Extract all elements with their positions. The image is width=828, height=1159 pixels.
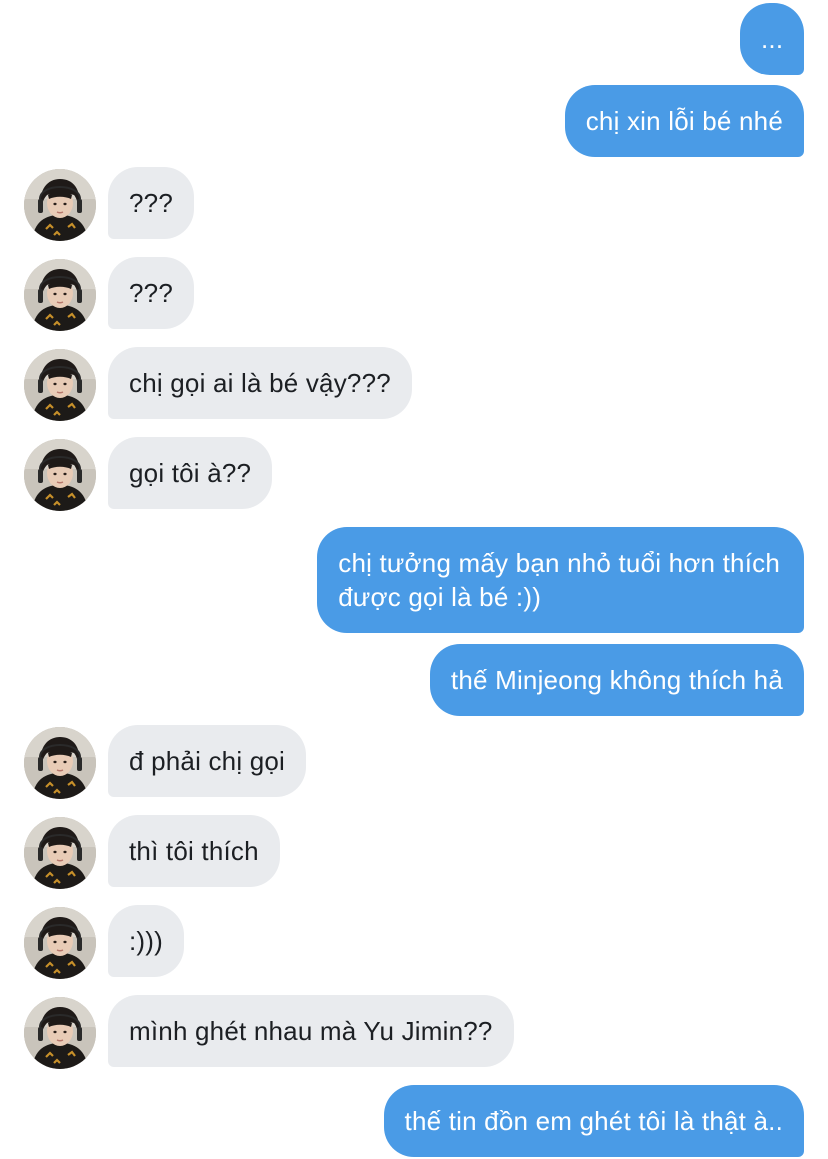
contact-avatar[interactable] <box>24 439 96 511</box>
avatar-photo-icon <box>24 817 96 889</box>
sent-message-bubble[interactable]: thế tin đồn em ghét tôi là thật à.. <box>383 1085 804 1157</box>
sent-message-bubble[interactable]: chị tưởng mấy bạn nhỏ tuổi hơn thích đượ… <box>317 527 804 633</box>
received-message-bubble[interactable]: đ phải chị gọi <box>108 725 307 797</box>
received-message-bubble[interactable]: ??? <box>108 167 194 239</box>
avatar-photo-icon <box>24 727 96 799</box>
contact-avatar[interactable] <box>24 349 96 421</box>
received-message-bubble[interactable]: mình ghét nhau mà Yu Jimin?? <box>108 995 514 1067</box>
avatar-photo-icon <box>24 997 96 1069</box>
contact-avatar[interactable] <box>24 997 96 1069</box>
contact-avatar[interactable] <box>24 907 96 979</box>
sent-message-bubble[interactable]: chị xin lỗi bé nhé <box>564 85 804 157</box>
avatar-photo-icon <box>24 439 96 511</box>
received-message-bubble[interactable]: gọi tôi à?? <box>108 437 273 509</box>
contact-avatar[interactable] <box>24 727 96 799</box>
contact-avatar[interactable] <box>24 169 96 241</box>
conversation-thread: ... chị xin lỗi bé nhé ??? ??? chị gọi a… <box>0 0 828 1159</box>
avatar-photo-icon <box>24 907 96 979</box>
sent-message-bubble[interactable]: ... <box>740 3 804 75</box>
avatar-photo-icon <box>24 169 96 241</box>
received-message-bubble[interactable]: ??? <box>108 257 194 329</box>
avatar-photo-icon <box>24 349 96 421</box>
contact-avatar[interactable] <box>24 817 96 889</box>
received-message-bubble[interactable]: chị gọi ai là bé vậy??? <box>108 347 412 419</box>
received-message-bubble[interactable]: thì tôi thích <box>108 815 280 887</box>
contact-avatar[interactable] <box>24 259 96 331</box>
avatar-photo-icon <box>24 259 96 331</box>
received-message-bubble[interactable]: :))) <box>108 905 184 977</box>
sent-message-bubble[interactable]: thế Minjeong không thích hả <box>429 644 804 716</box>
